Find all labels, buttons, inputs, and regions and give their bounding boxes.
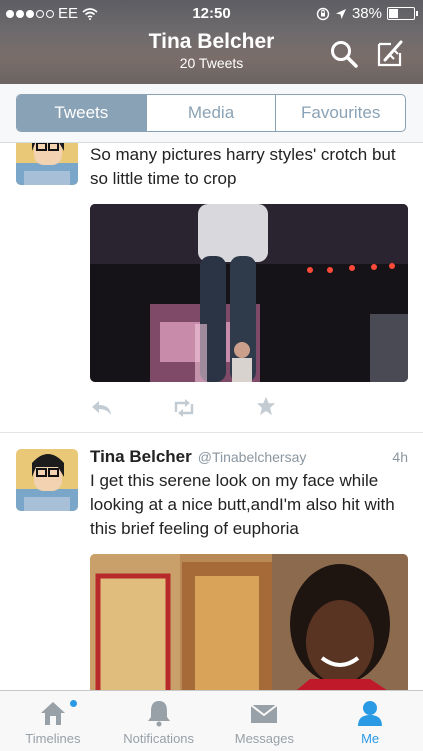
favourite-star-icon[interactable] <box>254 396 278 416</box>
tweet-divider <box>0 432 423 433</box>
tweet-header: Tina Belcher @Tinabelchersay 4h <box>90 445 408 469</box>
segment-media[interactable]: Media <box>147 95 277 131</box>
tab-messages[interactable]: Messages <box>212 691 318 751</box>
compose-tweet-icon[interactable] <box>374 38 406 70</box>
new-tweets-indicator <box>70 700 77 707</box>
tab-label: Me <box>361 731 380 746</box>
tab-me[interactable]: Me <box>317 691 423 751</box>
tab-notifications[interactable]: Notifications <box>106 691 212 751</box>
tweet-media-image[interactable] <box>90 204 408 382</box>
tab-label: Timelines <box>25 731 81 746</box>
tweet-timestamp: 4h <box>392 449 408 465</box>
status-bar: EE 12:50 38% <box>0 0 423 26</box>
author-handle[interactable]: @Tinabelchersay <box>198 449 307 465</box>
status-right: 38% <box>316 5 418 22</box>
battery-percent: 38% <box>351 5 382 22</box>
tab-label: Messages <box>234 731 294 746</box>
bell-icon <box>147 701 170 727</box>
envelope-icon <box>250 704 278 723</box>
author-name[interactable]: Tina Belcher <box>90 447 192 466</box>
tweet-media-image[interactable] <box>90 554 408 690</box>
retweet-icon[interactable] <box>172 398 196 418</box>
rotation-lock-icon <box>316 7 330 20</box>
profile-segmented-control: Tweets Media Favourites <box>16 94 406 132</box>
person-icon <box>358 701 383 726</box>
segment-bar: Tweets Media Favourites <box>0 84 423 143</box>
avatar[interactable] <box>16 143 78 185</box>
home-icon <box>40 702 65 725</box>
bottom-tab-bar: Timelines Notifications Messages Me <box>0 690 423 751</box>
tweet-feed[interactable]: So many pictures harry styles' crotch bu… <box>0 143 423 690</box>
tab-timelines[interactable]: Timelines <box>0 691 106 751</box>
segment-favourites[interactable]: Favourites <box>276 95 405 131</box>
tweet-text: I get this serene look on my face while … <box>90 471 395 538</box>
tab-label: Notifications <box>123 731 195 746</box>
tweet-text: So many pictures harry styles' crotch bu… <box>90 145 396 188</box>
search-icon[interactable] <box>328 38 360 70</box>
avatar[interactable] <box>16 449 78 511</box>
reply-icon[interactable] <box>90 398 114 418</box>
segment-tweets[interactable]: Tweets <box>17 95 147 131</box>
profile-header: EE 12:50 38% Tina Belcher 20 Tweets <box>0 0 423 84</box>
location-arrow-icon <box>335 8 346 19</box>
battery-icon <box>387 7 418 20</box>
